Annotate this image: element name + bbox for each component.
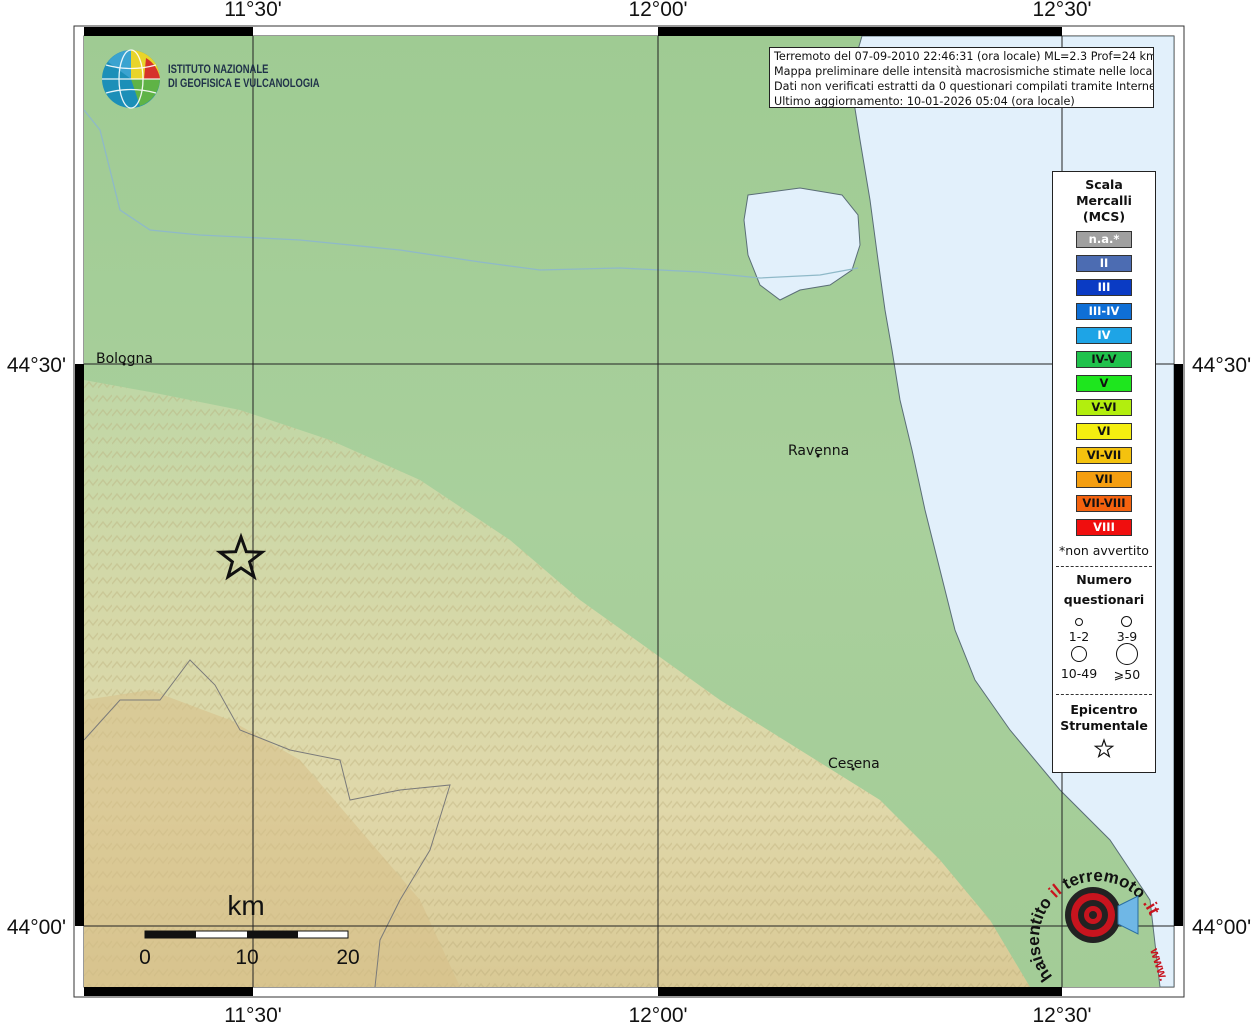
megaphone-icon — [1117, 895, 1139, 935]
city-label-ravenna: Ravenna — [788, 443, 849, 459]
legend-note: *non avvertito — [1059, 543, 1149, 558]
frame-bar-right — [1174, 364, 1183, 926]
circle-size-2 — [1121, 616, 1132, 627]
legend-title: Scala Mercalli (MCS) — [1053, 177, 1155, 225]
circle-size-4 — [1116, 643, 1138, 665]
legend-title-1: Scala — [1085, 177, 1123, 192]
mcs-item: VII — [1076, 471, 1132, 488]
epicentro-symbol — [1053, 738, 1155, 764]
hsit-url: www. — [1147, 945, 1170, 982]
event-info-line-4: Ultimo aggiornamento: 10-01-2026 05:04 (… — [774, 95, 1075, 108]
frame-bar-top — [658, 27, 1062, 36]
frame-bar-bottom — [658, 987, 1062, 996]
frame-bar-left — [75, 364, 84, 926]
mcs-item: II — [1076, 255, 1132, 272]
count-label-2: 3-9 — [1116, 629, 1138, 644]
city-label-bologna: Bologna — [96, 351, 153, 367]
lat-tick-left-1: 44°30' — [7, 354, 66, 377]
mcs-item: n.a.* — [1076, 231, 1132, 248]
scale-label-0: 0 — [139, 946, 151, 969]
lat-tick-right-1: 44°30' — [1192, 354, 1251, 377]
event-info-line-2: Mappa preliminare delle intensità macros… — [774, 65, 1154, 78]
city-ravenna: Ravenna — [788, 443, 849, 459]
mcs-item: IV — [1076, 327, 1132, 344]
mcs-item: III-IV — [1076, 303, 1132, 320]
lon-tick-bottom-2: 12°00' — [628, 1004, 687, 1024]
mcs-item: V-VI — [1076, 399, 1132, 416]
mcs-scale-list: n.a.* II III III-IV IV IV-V V V-VI VI VI-VII VII VI… — [1053, 231, 1155, 536]
questionari-sizes: 1-2 3-9 10-49 ⩾50 — [1053, 610, 1155, 682]
questionari-title-1: Numero — [1076, 572, 1132, 587]
count-label-3: 10-49 — [1060, 666, 1098, 681]
globe-icon — [102, 49, 160, 109]
legend-title-3: (MCS) — [1082, 209, 1126, 224]
legend-divider — [1056, 566, 1152, 567]
ingv-logo-text: ISTITUTO NAZIONALE DI GEOFISICA E VULCAN… — [168, 63, 320, 91]
target-icon — [1065, 887, 1121, 943]
event-info-line-3: Dati non verificati estratti da 0 questi… — [774, 80, 1154, 93]
event-info-box: Terremoto del 07-09-2010 22:46:31 (ora l… — [769, 47, 1154, 108]
epicentro-title-1: Epicentro — [1070, 702, 1138, 717]
epicentro-title-2: Strumentale — [1060, 718, 1148, 733]
lat-tick-left-2: 44°00' — [7, 916, 66, 939]
city-bologna: Bologna — [96, 351, 153, 367]
questionari-title-2: questionari — [1063, 592, 1145, 607]
mcs-item: VI-VII — [1076, 447, 1132, 464]
scale-label-10: 10 — [235, 946, 258, 969]
ingv-logo: ISTITUTO NAZIONALE DI GEOFISICA E VULCAN… — [100, 48, 330, 110]
count-label-4: ⩾50 — [1113, 667, 1141, 682]
lon-tick-top-2: 12°00' — [628, 0, 687, 21]
scale-unit: km — [227, 890, 264, 921]
hsit-text-1: haisentito — [1030, 894, 1056, 986]
event-info-line-1: Terremoto del 07-09-2010 22:46:31 (ora l… — [774, 50, 1154, 63]
epicentro-title: Epicentro Strumentale — [1053, 702, 1155, 734]
frame-bar-top — [84, 27, 253, 36]
legend-title-2: Mercalli — [1076, 193, 1132, 208]
mcs-item: III — [1076, 279, 1132, 296]
legend: Scala Mercalli (MCS) n.a.* II III III-IV IV I… — [1052, 171, 1156, 773]
lat-tick-right-2: 44°00' — [1192, 916, 1251, 939]
circle-size-3 — [1071, 646, 1087, 662]
lon-tick-bottom-3: 12°30' — [1032, 1004, 1091, 1024]
lon-tick-top-1: 11°30' — [224, 0, 282, 21]
legend-star-icon — [1093, 738, 1115, 758]
lon-tick-bottom-1: 11°30' — [224, 1004, 282, 1024]
mcs-item: VI — [1076, 423, 1132, 440]
circle-size-1 — [1075, 618, 1083, 626]
logo-line-2: DI GEOFISICA E VULCANOLOGIA — [168, 78, 320, 90]
mcs-item: VII-VIII — [1076, 495, 1132, 512]
frame-bar-bottom — [84, 987, 253, 996]
count-label-1: 1-2 — [1068, 629, 1090, 644]
hsit-text-4: .it — [1139, 894, 1164, 918]
city-cesena: Cesena — [828, 756, 880, 772]
logo-line-1: ISTITUTO NAZIONALE — [168, 64, 269, 76]
hsit-text-2: il — [1045, 881, 1065, 902]
mcs-item: IV-V — [1076, 351, 1132, 368]
city-label-cesena: Cesena — [828, 756, 880, 772]
mcs-item: VIII — [1076, 519, 1132, 536]
mcs-item: V — [1076, 375, 1132, 392]
lon-tick-top-3: 12°30' — [1032, 0, 1091, 21]
scale-label-20: 20 — [336, 946, 359, 969]
legend-divider-2 — [1056, 694, 1152, 695]
questionari-title: Numero questionari — [1053, 570, 1155, 610]
haisentito-logo: haisentito il terremoto .it www. — [1030, 866, 1170, 986]
